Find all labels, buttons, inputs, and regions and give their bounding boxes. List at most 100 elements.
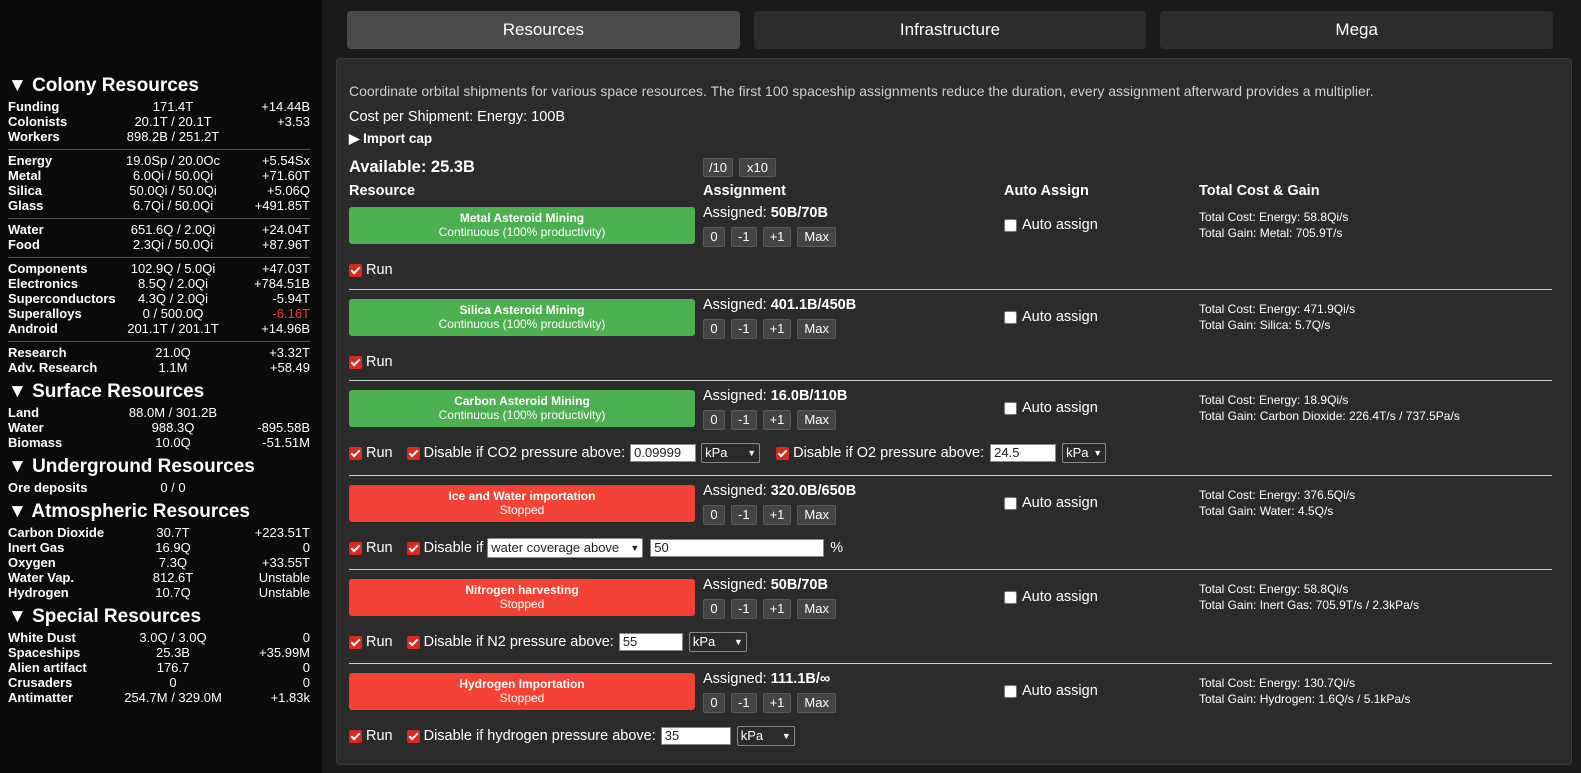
assign-zero-button[interactable]: 0 <box>703 599 725 619</box>
resource-row: Colonists 20.1T / 20.1T +3.53 <box>8 114 316 129</box>
o2-disable-label: Disable if O2 pressure above: <box>793 445 985 461</box>
run-checkbox[interactable] <box>349 446 362 460</box>
assign-max-button[interactable]: Max <box>797 410 836 430</box>
section-title[interactable]: ▼ Surface Resources <box>8 379 316 405</box>
run-checkbox[interactable] <box>349 263 362 277</box>
pressure-unit-select[interactable]: kPa ▼ <box>736 726 795 746</box>
assign-zero-button[interactable]: 0 <box>703 227 725 247</box>
resource-row: Crusaders 0 0 <box>8 675 316 690</box>
assign-max-button[interactable]: Max <box>797 693 836 713</box>
resource-row: Funding 171.4T +14.44B <box>8 99 316 114</box>
assign-plus-one-button[interactable]: +1 <box>762 319 792 339</box>
project-status-box[interactable]: Nitrogen harvesting Stopped <box>349 579 695 616</box>
resource-rate: +491.85T <box>254 198 310 213</box>
assign-zero-button[interactable]: 0 <box>703 319 725 339</box>
run-checkbox[interactable] <box>349 635 362 649</box>
project-status-box[interactable]: Hydrogen Importation Stopped <box>349 673 695 710</box>
auto-assign-label: Auto assign <box>1022 400 1098 416</box>
o2-disable-checkbox[interactable] <box>776 446 790 460</box>
multiply-10-button[interactable]: x10 <box>739 158 776 177</box>
assign-minus-one-button[interactable]: -1 <box>731 505 757 525</box>
o2-pressure-input[interactable]: 24.5 <box>990 444 1057 462</box>
assign-minus-one-button[interactable]: -1 <box>731 599 757 619</box>
assign-minus-one-button[interactable]: -1 <box>731 410 757 430</box>
assign-minus-one-button[interactable]: -1 <box>731 319 757 339</box>
total-gain: Total Gain: Silica: 5.7Q/s <box>1199 318 1331 332</box>
disable-condition-select[interactable]: water coverage above ▼ <box>487 538 644 558</box>
assign-max-button[interactable]: Max <box>797 319 836 339</box>
resource-rate: +47.03T <box>261 261 310 276</box>
assign-max-button[interactable]: Max <box>797 227 836 247</box>
resource-name: Alien artifact <box>8 660 87 675</box>
auto-assign-checkbox[interactable] <box>1004 496 1017 510</box>
co2-disable-checkbox[interactable] <box>406 446 420 460</box>
auto-assign-checkbox[interactable] <box>1004 684 1017 698</box>
assign-max-button[interactable]: Max <box>797 505 836 525</box>
assign-plus-one-button[interactable]: +1 <box>762 599 792 619</box>
assigned-value: 401.1B/450B <box>770 297 857 313</box>
project-status-box[interactable]: Ice and Water importation Stopped <box>349 485 695 522</box>
resource-rate: +14.44B <box>261 99 310 114</box>
disable-checkbox[interactable] <box>406 541 420 555</box>
header-resource: Resource <box>349 183 416 199</box>
resource-rate: +14.96B <box>261 321 310 336</box>
tab-resources[interactable]: Resources <box>347 11 740 49</box>
resource-name: Crusaders <box>8 675 73 690</box>
assign-plus-one-button[interactable]: +1 <box>762 410 792 430</box>
auto-assign-checkbox[interactable] <box>1004 310 1017 324</box>
threshold-input[interactable]: 50 <box>650 539 825 557</box>
pressure-input[interactable]: 55 <box>618 633 683 651</box>
tab-mega[interactable]: Mega <box>1160 11 1554 49</box>
run-checkbox[interactable] <box>349 355 362 369</box>
pressure-input[interactable]: 35 <box>660 727 731 745</box>
auto-assign[interactable]: Auto assign <box>1004 683 1098 699</box>
project-controls: Run Disable if water coverage above ▼ 50 … <box>349 538 843 558</box>
co2-pressure-input[interactable]: 0.09999 <box>630 444 697 462</box>
resource-row: Ore deposits 0 / 0 <box>8 480 316 495</box>
assign-plus-one-button[interactable]: +1 <box>762 227 792 247</box>
resource-name: Land <box>8 405 40 420</box>
assign-zero-button[interactable]: 0 <box>703 505 725 525</box>
assign-plus-one-button[interactable]: +1 <box>762 505 792 525</box>
pressure-unit-select[interactable]: kPa ▼ <box>688 632 747 652</box>
section-title[interactable]: ▼ Colony Resources <box>8 73 316 99</box>
assign-minus-one-button[interactable]: -1 <box>731 693 757 713</box>
o2-unit-select[interactable]: kPa ▼ <box>1062 443 1107 463</box>
section-title[interactable]: ▼ Underground Resources <box>8 454 316 480</box>
assigned-label: Assigned: <box>703 388 767 404</box>
auto-assign-checkbox[interactable] <box>1004 590 1017 604</box>
run-checkbox[interactable] <box>349 541 362 555</box>
co2-unit-select[interactable]: kPa ▼ <box>701 443 761 463</box>
disable-checkbox[interactable] <box>406 729 420 743</box>
project-status-box[interactable]: Carbon Asteroid Mining Continuous (100% … <box>349 390 695 427</box>
auto-assign[interactable]: Auto assign <box>1004 495 1098 511</box>
project-controls: Run <box>349 352 393 372</box>
tab-infrastructure[interactable]: Infrastructure <box>753 11 1147 49</box>
resource-row: Spaceships 25.3B +35.99M <box>8 645 316 660</box>
project-name: Carbon Asteroid Mining <box>454 394 590 408</box>
section-title[interactable]: ▼ Special Resources <box>8 604 316 630</box>
total-cost-gain: Total Cost: Energy: 130.7Qi/s Total Gain… <box>1199 675 1410 707</box>
section-title[interactable]: ▼ Atmospheric Resources <box>8 499 316 525</box>
run-checkbox[interactable] <box>349 729 362 743</box>
auto-assign[interactable]: Auto assign <box>1004 400 1098 416</box>
assign-minus-one-button[interactable]: -1 <box>731 227 757 247</box>
project-status-box[interactable]: Metal Asteroid Mining Continuous (100% p… <box>349 207 695 244</box>
project-status-box[interactable]: Silica Asteroid Mining Continuous (100% … <box>349 299 695 336</box>
auto-assign[interactable]: Auto assign <box>1004 309 1098 325</box>
assign-zero-button[interactable]: 0 <box>703 693 725 713</box>
auto-assign-checkbox[interactable] <box>1004 218 1017 232</box>
auto-assign[interactable]: Auto assign <box>1004 217 1098 233</box>
resource-rate <box>226 405 316 420</box>
auto-assign-checkbox[interactable] <box>1004 401 1017 415</box>
auto-assign[interactable]: Auto assign <box>1004 589 1098 605</box>
resource-rate: +33.55T <box>261 555 310 570</box>
assign-zero-button[interactable]: 0 <box>703 410 725 430</box>
assign-max-button[interactable]: Max <box>797 599 836 619</box>
divide-10-button[interactable]: /10 <box>703 158 733 177</box>
resource-value: 171.4T <box>152 99 194 114</box>
assign-plus-one-button[interactable]: +1 <box>762 693 792 713</box>
import-cap-toggle[interactable]: ▶ Import cap <box>349 131 432 147</box>
disable-checkbox[interactable] <box>406 635 420 649</box>
total-cost-gain: Total Cost: Energy: 471.9Qi/s Total Gain… <box>1199 301 1355 333</box>
